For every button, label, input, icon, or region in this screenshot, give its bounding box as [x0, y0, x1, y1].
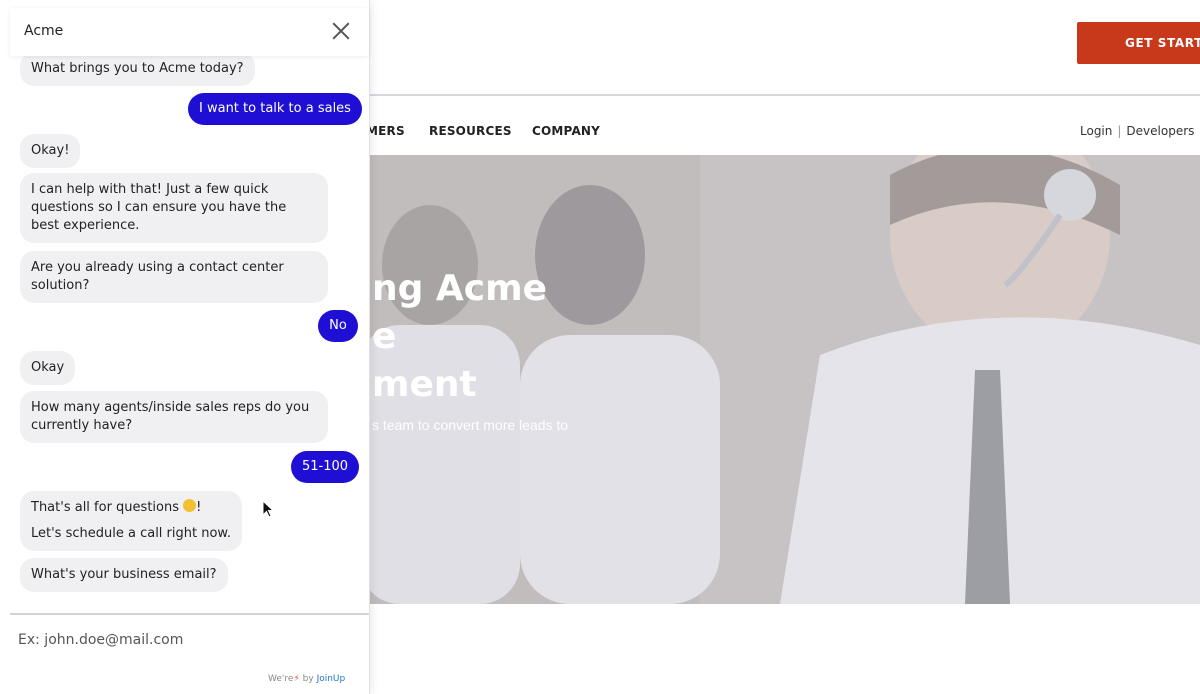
user-message: I want to talk to a sales — [188, 93, 362, 125]
bot-message: Okay! — [20, 134, 81, 168]
chat-title: Acme — [24, 23, 64, 39]
bot-message-line: Let's schedule a call right now. — [31, 526, 231, 541]
nav-company[interactable]: COMPANY — [532, 124, 600, 138]
mouse-pointer-icon — [262, 500, 275, 518]
login-link[interactable]: Login — [1080, 124, 1112, 138]
bot-message-line: That's all for questions ! — [31, 495, 231, 521]
user-message: No — [318, 310, 358, 342]
bot-message: I can help with that! Just a few quick q… — [20, 173, 328, 243]
chat-input-divider — [10, 613, 369, 615]
screen: GET STARTED MERS RESOURCES COMPANY Login… — [0, 0, 1200, 694]
powered-by: We're⚡ by JoinUp — [268, 674, 345, 684]
hero-subtitle: s team to convert more leads to — [372, 417, 569, 433]
bot-message-text: ! — [196, 500, 202, 515]
bot-message: Okay — [20, 351, 76, 385]
bot-message-text: That's all for questions — [31, 500, 179, 515]
lightning-icon: ⚡ — [293, 674, 300, 684]
chat-widget: Acme What brings you to Acme today? I wa… — [0, 0, 370, 694]
nav-separator: | — [1117, 124, 1122, 138]
get-started-button[interactable]: GET STARTED — [1077, 22, 1200, 64]
bot-message: What brings you to Acme today? — [20, 52, 255, 86]
powered-by-prefix: We're — [268, 674, 294, 684]
powered-by-middle: by — [302, 674, 314, 684]
bot-message: What's your business email? — [20, 558, 228, 592]
joinup-link[interactable]: JoinUp — [317, 674, 346, 684]
nav-account-links: Login | Developers — [1080, 124, 1194, 138]
nav-resources[interactable]: RESOURCES — [429, 124, 512, 138]
grinning-emoji-icon — [183, 499, 197, 512]
hero-title-line: ng Acme — [372, 268, 548, 309]
hero-title: ng Acme e ment — [372, 265, 547, 409]
user-message: 51-100 — [291, 451, 360, 483]
nav-customers[interactable]: MERS — [366, 124, 405, 138]
bot-message: How many agents/inside sales reps do you… — [20, 391, 328, 443]
bot-message: That's all for questions ! Let's schedul… — [20, 491, 242, 551]
developers-link[interactable]: Developers — [1126, 124, 1194, 138]
email-input[interactable] — [10, 622, 350, 658]
chat-header: Acme — [10, 8, 369, 56]
hero-title-line: e — [372, 316, 397, 357]
close-icon[interactable] — [330, 20, 352, 42]
bot-message: Are you already using a contact center s… — [20, 251, 328, 303]
hero-title-line: ment — [372, 364, 477, 405]
